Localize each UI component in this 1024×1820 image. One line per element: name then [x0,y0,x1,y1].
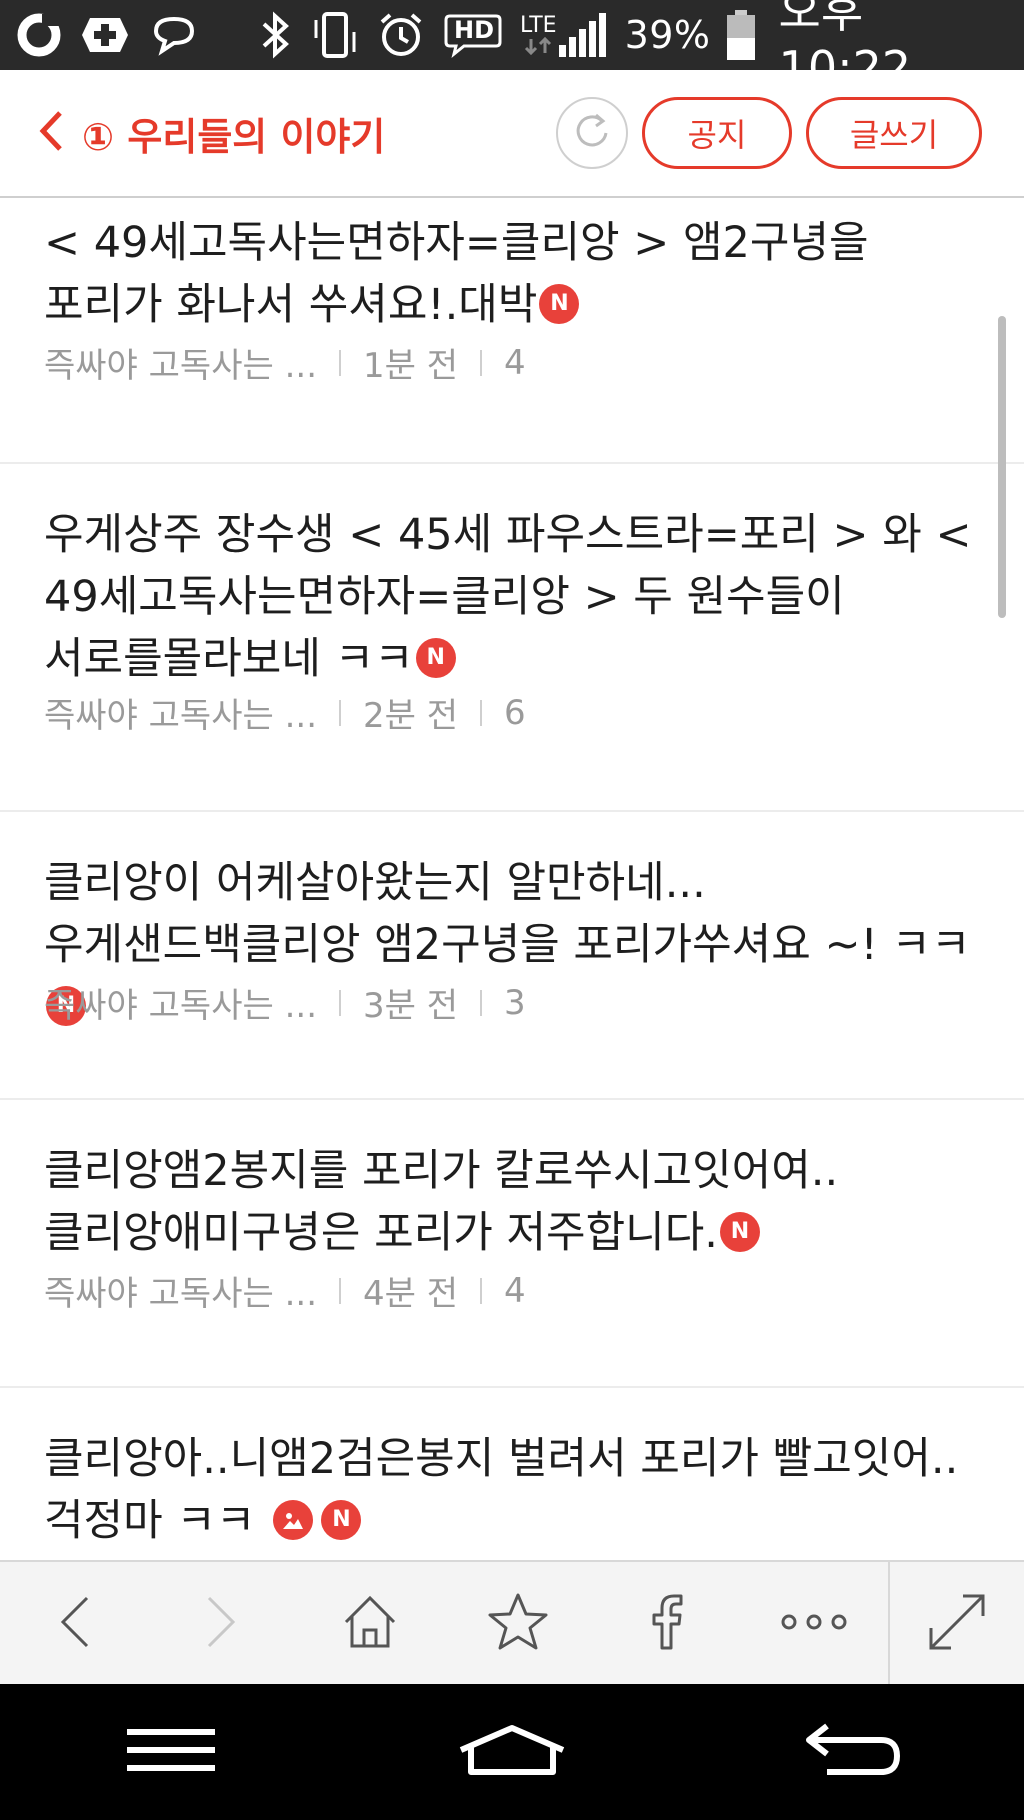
post-meta: 즉싸야 고독사는 ... 3분 전 3 [44,978,526,1027]
divider [339,349,341,376]
board-header: ① 우리들의 이야기 공지 글쓰기 [0,70,1024,198]
plus-box-icon [80,14,130,56]
expand-icon [927,1592,987,1656]
list-item[interactable]: 클리앙아..니앰2검은봉지 벌려서 포리가 빨고잇어..걱정마 ㅋㅋ N [0,1388,1024,1560]
menu-button[interactable] [71,1684,271,1820]
status-bar: HD LTE 39% 오후 10:22 [0,0,1024,95]
list-item[interactable]: 우게상주 장수생 < 45세 파우스트라=포리 > 와 < 49세고독사는면하자… [0,464,1024,812]
facebook-share-button[interactable] [592,1562,740,1686]
star-icon [487,1592,549,1656]
divider [339,1277,341,1304]
new-badge: N [321,1499,362,1540]
bluetooth-icon [256,10,294,60]
new-badge: N [719,1211,760,1252]
home-icon [342,1594,398,1654]
forward-arrow-icon [205,1594,239,1654]
post-meta: 즉싸야 고독사는 ... 4분 전 4 [44,1266,526,1315]
divider [480,1277,482,1304]
post-time: 1분 전 [363,346,458,386]
system-nav-bar [0,1684,1024,1820]
post-list: < 49세고독사는면하자=클리앙 > 앰2구녕을 포리가 화나서 쑤셔요!.대박… [0,198,1024,1560]
signal-icon [557,11,611,59]
refresh-icon [572,111,612,155]
home-button[interactable] [296,1562,444,1686]
post-meta: 즉싸야 고독사는 ... 1분 전 4 [44,338,526,387]
battery-percent: 39% [624,13,711,57]
post-author: 즉싸야 고독사는 ... [44,696,317,736]
list-item[interactable]: < 49세고독사는면하자=클리앙 > 앰2구녕을 포리가 화나서 쑤셔요!.대박… [0,198,1024,464]
battery-icon [725,8,757,62]
post-title-text: 우게상주 장수생 < 45세 파우스트라=포리 > 와 < 49세고독사는면하자… [44,510,972,684]
system-back-button[interactable] [753,1684,953,1820]
app-o-icon [16,12,62,58]
post-time: 4분 전 [363,1274,458,1314]
more-icon [779,1612,849,1636]
system-home-button[interactable] [412,1684,612,1820]
comment-count: 4 [504,1270,526,1311]
list-item[interactable]: 클리앙앰2봉지를 포리가 칼로쑤시고잇어여..클리앙애미구녕은 포리가 저주합니… [0,1100,1024,1388]
forward-nav-button[interactable] [148,1562,296,1686]
post-title-text: 클리앙아..니앰2검은봉지 벌려서 포리가 빨고잇어..걱정마 ㅋㅋ [44,1434,959,1546]
fullscreen-button[interactable] [887,1562,1024,1686]
back-nav-button[interactable] [0,1562,148,1686]
list-item[interactable]: 클리앙이 어케살아왔는지 알만하네...우게샌드백클리앙 앰2구녕을 포리가쑤셔… [0,812,1024,1100]
home-outline-icon [457,1724,567,1780]
page-title[interactable]: ① 우리들의 이야기 [82,106,385,161]
post-time: 2분 전 [363,696,458,736]
write-button[interactable]: 글쓰기 [806,97,982,169]
post-author: 즉싸야 고독사는 ... [44,986,317,1026]
divider [480,989,482,1016]
post-title-text: < 49세고독사는면하자=클리앙 > 앰2구녕을 포리가 화나서 쑤셔요!.대박 [44,218,869,330]
post-title-text: 클리앙앰2봉지를 포리가 칼로쑤시고잇어여..클리앙애미구녕은 포리가 저주합니… [44,1146,839,1258]
image-attachment-icon [273,1499,314,1540]
post-title[interactable]: 우게상주 장수생 < 45세 파우스트라=포리 > 와 < 49세고독사는면하자… [44,504,984,690]
vibrate-icon [312,8,358,62]
post-title[interactable]: 클리앙아..니앰2검은봉지 벌려서 포리가 빨고잇어..걱정마 ㅋㅋ N [44,1428,984,1552]
post-title[interactable]: 클리앙앰2봉지를 포리가 칼로쑤시고잇어여..클리앙애미구녕은 포리가 저주합니… [44,1140,984,1264]
comment-count: 6 [504,692,526,733]
scrollbar[interactable] [998,316,1006,618]
divider [339,699,341,726]
divider [480,349,482,376]
post-time: 3분 전 [363,986,458,1026]
menu-icon [125,1727,217,1777]
lte-label: LTE [520,13,557,38]
refresh-button[interactable] [556,97,628,169]
alarm-icon [376,10,426,60]
comment-count: 4 [504,342,526,383]
new-badge: N [539,283,580,324]
post-meta: 즉싸야 고독사는 ... 2분 전 6 [44,688,526,737]
new-badge: N [415,637,456,678]
comment-count: 3 [504,982,526,1023]
bookmark-button[interactable] [444,1562,592,1686]
chat-bubble-icon [148,13,200,57]
divider [480,699,482,726]
lte-icon: LTE [520,15,557,55]
return-icon [803,1722,903,1782]
divider [339,989,341,1016]
back-arrow-icon [57,1594,91,1654]
back-button[interactable]: ① 우리들의 이야기 [38,106,385,161]
notice-button[interactable]: 공지 [642,97,792,169]
post-author: 즉싸야 고독사는 ... [44,346,317,386]
post-author: 즉싸야 고독사는 ... [44,1274,317,1314]
facebook-icon [649,1594,683,1654]
post-title-text: 클리앙이 어케살아왔는지 알만하네...우게샌드백클리앙 앰2구녕을 포리가쑤셔… [44,858,971,970]
chevron-left-icon [38,109,64,157]
post-title[interactable]: < 49세고독사는면하자=클리앙 > 앰2구녕을 포리가 화나서 쑤셔요!.대박… [44,212,984,336]
hd-label: HD [454,16,495,44]
more-button[interactable] [740,1562,888,1686]
hd-voice-icon: HD [444,12,502,58]
browser-toolbar [0,1560,1024,1686]
